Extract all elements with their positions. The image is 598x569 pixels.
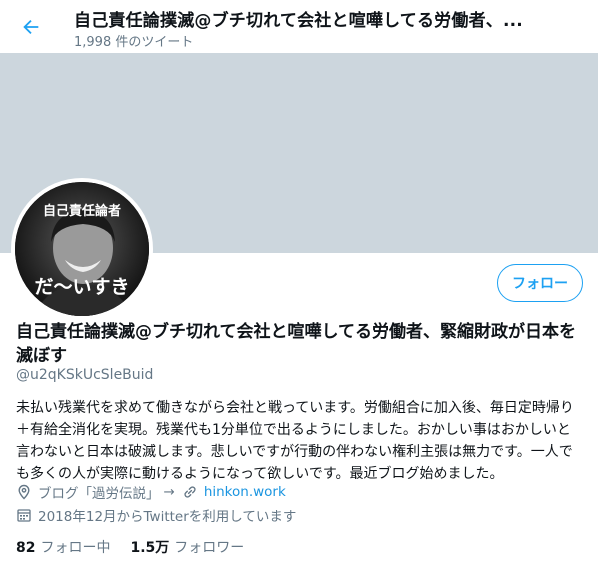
avatar-caption-bottom: だ～いすき bbox=[34, 276, 130, 298]
profile-bio: 未払い残業代を求めて働きながら会社と戦っています。労働組合に加入後、毎日定時帰り… bbox=[16, 400, 574, 482]
tweet-count: 1,998 件のツイート bbox=[74, 35, 194, 50]
avatar[interactable]: 自己責任論者 だ～いすき bbox=[11, 178, 153, 320]
followers-count: 1.5万 bbox=[130, 540, 170, 556]
followers-stat[interactable]: 1.5万 フォロワー bbox=[130, 537, 244, 557]
profile-website-link[interactable]: hinkon.work bbox=[204, 484, 286, 500]
location-arrow: → bbox=[163, 484, 175, 500]
profile-name: 自己責任論撲滅@ブチ切れて会社と喧嘩してる労働者、緊縮財政が日本を滅ぼす bbox=[16, 322, 576, 366]
profile-location-row: ブログ「過労伝説」 → hinkon.work bbox=[16, 482, 286, 502]
header-title: 自己責任論撲滅@ブチ切れて会社と喧嘩してる労働者、... bbox=[74, 11, 523, 31]
profile-stats: 82 フォロー中 1.5万 フォロワー bbox=[16, 537, 244, 557]
back-arrow-icon[interactable] bbox=[18, 14, 44, 40]
followers-label: フォロワー bbox=[174, 540, 245, 556]
follow-button[interactable]: フォロー bbox=[497, 264, 583, 302]
following-stat[interactable]: 82 フォロー中 bbox=[16, 537, 110, 557]
profile-location: ブログ「過労伝説」 bbox=[38, 486, 160, 502]
profile-joined-date: 2018年12月からTwitterを利用しています bbox=[38, 509, 297, 525]
avatar-image: 自己責任論者 だ～いすき bbox=[15, 182, 149, 316]
following-count: 82 bbox=[16, 540, 36, 556]
calendar-icon bbox=[16, 507, 32, 523]
avatar-caption-top: 自己責任論者 bbox=[42, 204, 121, 219]
following-label: フォロー中 bbox=[40, 540, 111, 556]
link-icon bbox=[182, 484, 198, 500]
profile-header: 自己責任論撲滅@ブチ切れて会社と喧嘩してる労働者、... 1,998 件のツイー… bbox=[0, 0, 598, 53]
profile-joined-row: 2018年12月からTwitterを利用しています bbox=[16, 505, 296, 525]
location-pin-icon bbox=[16, 484, 32, 500]
profile-handle: @u2qKSkUcSleBuid bbox=[16, 367, 154, 383]
